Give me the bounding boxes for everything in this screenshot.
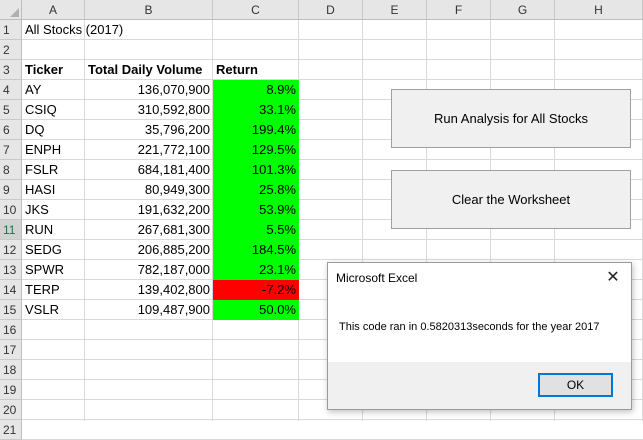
volume-cell[interactable]: 206,885,200 [85,240,213,260]
row-header-7[interactable]: 7 [0,140,22,160]
return-cell[interactable]: 50.0% [213,300,299,320]
column-header-h[interactable]: H [555,0,643,20]
row-header-14[interactable]: 14 [0,280,22,300]
row-header-11[interactable]: 11 [0,220,22,240]
clear-worksheet-button[interactable]: Clear the Worksheet [391,170,631,229]
close-icon[interactable]: ✕ [603,267,623,287]
volume-cell[interactable]: 782,187,000 [85,260,213,280]
ticker-cell[interactable]: HASI [22,180,85,200]
run-analysis-button[interactable]: Run Analysis for All Stocks [391,89,631,148]
row-header-20[interactable]: 20 [0,400,22,420]
volume-cell[interactable]: 35,796,200 [85,120,213,140]
ticker-cell[interactable]: FSLR [22,160,85,180]
volume-cell[interactable]: 191,632,200 [85,200,213,220]
volume-cell[interactable]: 267,681,300 [85,220,213,240]
row-header-5[interactable]: 5 [0,100,22,120]
column-header-d[interactable]: D [299,0,363,20]
cell-b3-volume-header[interactable]: Total Daily Volume [85,60,213,80]
volume-cell[interactable]: 80,949,300 [85,180,213,200]
return-cell[interactable]: -7.2% [213,280,299,300]
row-header-4[interactable]: 4 [0,80,22,100]
return-cell[interactable]: 33.1% [213,100,299,120]
column-header-c[interactable]: C [213,0,299,20]
cell-a1-title[interactable]: All Stocks (2017) [22,20,222,40]
return-cell[interactable]: 184.5% [213,240,299,260]
select-all-corner[interactable] [0,0,22,20]
column-header-g[interactable]: G [491,0,555,20]
volume-cell[interactable]: 109,487,900 [85,300,213,320]
return-cell[interactable]: 23.1% [213,260,299,280]
row-header-16[interactable]: 16 [0,320,22,340]
cell-c3-return-header[interactable]: Return [213,60,299,80]
return-cell[interactable]: 53.9% [213,200,299,220]
volume-cell[interactable]: 221,772,100 [85,140,213,160]
dialog-footer: OK [328,362,631,409]
cell-a3-ticker-header[interactable]: Ticker [22,60,85,80]
ticker-cell[interactable]: DQ [22,120,85,140]
dialog-title: Microsoft Excel [336,271,418,285]
ticker-cell[interactable]: VSLR [22,300,85,320]
return-cell[interactable]: 101.3% [213,160,299,180]
row-header-8[interactable]: 8 [0,160,22,180]
ticker-cell[interactable]: JKS [22,200,85,220]
ok-button[interactable]: OK [538,373,613,397]
ticker-cell[interactable]: AY [22,80,85,100]
ticker-cell[interactable]: TERP [22,280,85,300]
row-header-3[interactable]: 3 [0,60,22,80]
row-header-10[interactable]: 10 [0,200,22,220]
ticker-cell[interactable]: ENPH [22,140,85,160]
row-header-13[interactable]: 13 [0,260,22,280]
spreadsheet[interactable]: ABCDEFGH 1 2 3 4 5 6 7 8 9 10 11 12 13 14 15 16 17 18 19 20… [0,0,643,440]
volume-cell[interactable]: 310,592,800 [85,100,213,120]
volume-cell[interactable]: 139,402,800 [85,280,213,300]
row-header-15[interactable]: 15 [0,300,22,320]
ticker-cell[interactable]: SEDG [22,240,85,260]
row-header-18[interactable]: 18 [0,360,22,380]
ticker-cell[interactable]: CSIQ [22,100,85,120]
column-header-f[interactable]: F [427,0,491,20]
row-header-12[interactable]: 12 [0,240,22,260]
column-header-e[interactable]: E [363,0,427,20]
row-header-1[interactable]: 1 [0,20,22,40]
return-cell[interactable]: 8.9% [213,80,299,100]
return-cell[interactable]: 5.5% [213,220,299,240]
return-cell[interactable]: 129.5% [213,140,299,160]
volume-cell[interactable]: 684,181,400 [85,160,213,180]
row-gridline [22,419,643,420]
ticker-cell[interactable]: RUN [22,220,85,240]
dialog-message: This code ran in 0.5820313seconds for th… [339,321,600,333]
message-box: Microsoft Excel ✕ This code ran in 0.582… [327,262,632,410]
row-header-9[interactable]: 9 [0,180,22,200]
row-header-17[interactable]: 17 [0,340,22,360]
return-cell[interactable]: 25.8% [213,180,299,200]
row-header-6[interactable]: 6 [0,120,22,140]
row-header-19[interactable]: 19 [0,380,22,400]
row-header-21[interactable]: 21 [0,420,22,440]
volume-cell[interactable]: 136,070,900 [85,80,213,100]
column-header-b[interactable]: B [85,0,213,20]
ticker-cell[interactable]: SPWR [22,260,85,280]
column-header-a[interactable]: A [22,0,85,20]
return-cell[interactable]: 199.4% [213,120,299,140]
row-header-2[interactable]: 2 [0,40,22,60]
